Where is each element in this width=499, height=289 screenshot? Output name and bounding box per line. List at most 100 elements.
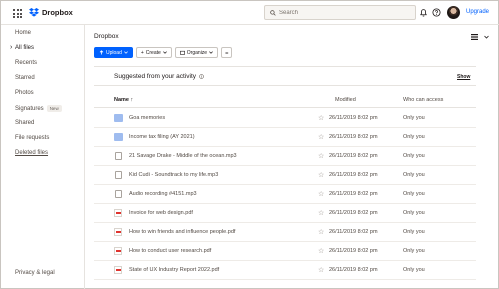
pdf-file-icon — [114, 266, 122, 274]
table-row[interactable]: State of UX Industry Report 2022.pdf ☆ 2… — [94, 261, 476, 280]
app-grid-icon[interactable] — [13, 9, 22, 18]
search-icon — [270, 9, 276, 16]
help-icon[interactable] — [432, 8, 441, 17]
star-icon[interactable]: ☆ — [318, 114, 324, 122]
search-box[interactable] — [264, 5, 416, 20]
view-toggle[interactable] — [471, 34, 489, 40]
star-icon[interactable]: ☆ — [318, 228, 324, 236]
star-icon[interactable]: ☆ — [318, 209, 324, 217]
file-name[interactable]: Audio recording #4151.mp3 — [129, 191, 197, 197]
file-name[interactable]: Kid Cudi - Soundtrack to my life.mp3 — [129, 172, 218, 178]
file-modified: 26/11/2019 8:02 pm — [329, 191, 378, 197]
folder-icon — [114, 133, 123, 141]
sidebar-item-home[interactable]: Home — [15, 30, 31, 36]
audio-file-icon — [115, 190, 122, 198]
file-modified: 26/11/2019 8:02 pm — [329, 115, 378, 121]
file-list: Goa memories ☆ 26/11/2019 8:02 pm Only y… — [94, 109, 476, 280]
file-modified: 26/11/2019 8:02 pm — [329, 153, 378, 159]
table-row[interactable]: Kid Cudi - Soundtrack to my life.mp3 ☆ 2… — [94, 166, 476, 185]
sidebar-item-label: Starred — [15, 75, 35, 81]
app-window: Dropbox Upgrade Home All files — [0, 0, 499, 289]
file-name[interactable]: How to win friends and influence people.… — [129, 229, 235, 235]
file-access: Only you — [403, 229, 425, 235]
file-access: Only you — [403, 248, 425, 254]
star-icon[interactable]: ☆ — [318, 133, 324, 141]
file-modified: 26/11/2019 8:02 pm — [329, 210, 378, 216]
file-name[interactable]: Goa memories — [129, 115, 165, 121]
chevron-down-icon — [162, 51, 167, 54]
table-row[interactable]: 21 Savage Drake - Middle of the ocean.mp… — [94, 147, 476, 166]
file-modified: 26/11/2019 8:02 pm — [329, 267, 378, 273]
file-name[interactable]: Income tax filing (AY 2021) — [129, 134, 195, 140]
star-icon[interactable]: ☆ — [318, 171, 324, 179]
pdf-file-icon — [114, 228, 122, 236]
sidebar-item-label: Recents — [15, 60, 38, 66]
sidebar: Home All files Recents Starred Photos Si… — [1, 25, 85, 289]
file-modified: 26/11/2019 8:02 pm — [329, 172, 378, 178]
table-row[interactable]: How to win friends and influence people.… — [94, 223, 476, 242]
table-row[interactable]: How to conduct user research.pdf ☆ 26/11… — [94, 242, 476, 261]
sidebar-item-label: Deleted files — [15, 150, 49, 156]
file-name[interactable]: State of UX Industry Report 2022.pdf — [129, 267, 219, 273]
star-icon[interactable]: ☆ — [318, 266, 324, 274]
table-row[interactable]: Invoice for web design.pdf ☆ 26/11/2019 … — [94, 204, 476, 223]
chevron-down-icon[interactable] — [484, 35, 489, 39]
top-bar: Dropbox Upgrade — [1, 1, 499, 25]
dropbox-box-icon — [29, 8, 39, 17]
create-label: Create — [145, 49, 161, 56]
more-actions-button[interactable]: ••• — [221, 47, 233, 58]
modified-header[interactable]: Modified — [335, 97, 356, 103]
audio-file-icon — [115, 171, 122, 179]
search-input[interactable] — [279, 9, 399, 16]
sidebar-item-file-requests[interactable]: File requests — [15, 135, 49, 141]
table-row[interactable]: Audio recording #4151.mp3 ☆ 26/11/2019 8… — [94, 185, 476, 204]
show-suggested-button[interactable]: Show — [457, 74, 470, 80]
sidebar-item-deleted-files[interactable]: Deleted files — [15, 150, 48, 156]
organize-button[interactable]: Organize — [174, 47, 219, 58]
star-icon[interactable]: ☆ — [318, 190, 324, 198]
file-access: Only you — [403, 191, 425, 197]
dropbox-logo[interactable]: Dropbox — [29, 8, 73, 17]
table-header: Name ↑ Modified Who can access — [94, 94, 476, 108]
star-icon[interactable]: ☆ — [318, 152, 324, 160]
sidebar-item-label: Shared — [15, 120, 35, 126]
list-view-icon[interactable] — [471, 34, 478, 40]
sidebar-item-signatures[interactable]: Signatures New — [15, 105, 62, 112]
star-icon[interactable]: ☆ — [318, 247, 324, 255]
user-avatar[interactable] — [447, 6, 460, 19]
folder-stack-icon — [179, 50, 185, 55]
info-icon[interactable] — [199, 74, 204, 79]
upload-label: Upload — [106, 49, 122, 56]
upload-button[interactable]: Upload — [94, 47, 133, 58]
sidebar-item-label: Signatures — [15, 105, 44, 112]
file-name[interactable]: Invoice for web design.pdf — [129, 210, 193, 216]
file-name[interactable]: 21 Savage Drake - Middle of the ocean.mp… — [129, 153, 237, 159]
table-row[interactable]: Goa memories ☆ 26/11/2019 8:02 pm Only y… — [94, 109, 476, 128]
file-access: Only you — [403, 267, 425, 273]
bell-icon[interactable] — [419, 8, 428, 17]
file-modified: 26/11/2019 8:02 pm — [329, 248, 378, 254]
toolbar: Upload + Create Organize ••• — [94, 47, 233, 58]
brand-name: Dropbox — [42, 8, 73, 17]
audio-file-icon — [115, 152, 122, 160]
chevron-down-icon — [209, 51, 213, 54]
sidebar-item-shared[interactable]: Shared — [15, 120, 34, 126]
table-row[interactable]: Income tax filing (AY 2021) ☆ 26/11/2019… — [94, 128, 476, 147]
file-name[interactable]: How to conduct user research.pdf — [129, 248, 211, 254]
sidebar-item-all-files[interactable]: All files — [10, 44, 34, 51]
pdf-file-icon — [114, 247, 122, 255]
upgrade-link[interactable]: Upgrade — [466, 9, 489, 15]
chevron-down-icon — [124, 51, 128, 54]
sidebar-item-starred[interactable]: Starred — [15, 75, 35, 81]
suggested-title-text: Suggested from your activity — [114, 73, 197, 80]
new-badge: New — [46, 105, 62, 112]
privacy-legal-link[interactable]: Privacy & legal — [15, 270, 55, 276]
file-access: Only you — [403, 134, 425, 140]
suggested-section: Suggested from your activity Show — [94, 66, 476, 86]
create-button[interactable]: + Create — [135, 47, 172, 58]
pdf-file-icon — [114, 209, 122, 217]
sidebar-item-label: File requests — [15, 135, 50, 141]
sidebar-item-recents[interactable]: Recents — [15, 60, 37, 66]
sidebar-item-photos[interactable]: Photos — [15, 90, 34, 96]
sort-by-name-header[interactable]: Name ↑ — [114, 97, 133, 103]
